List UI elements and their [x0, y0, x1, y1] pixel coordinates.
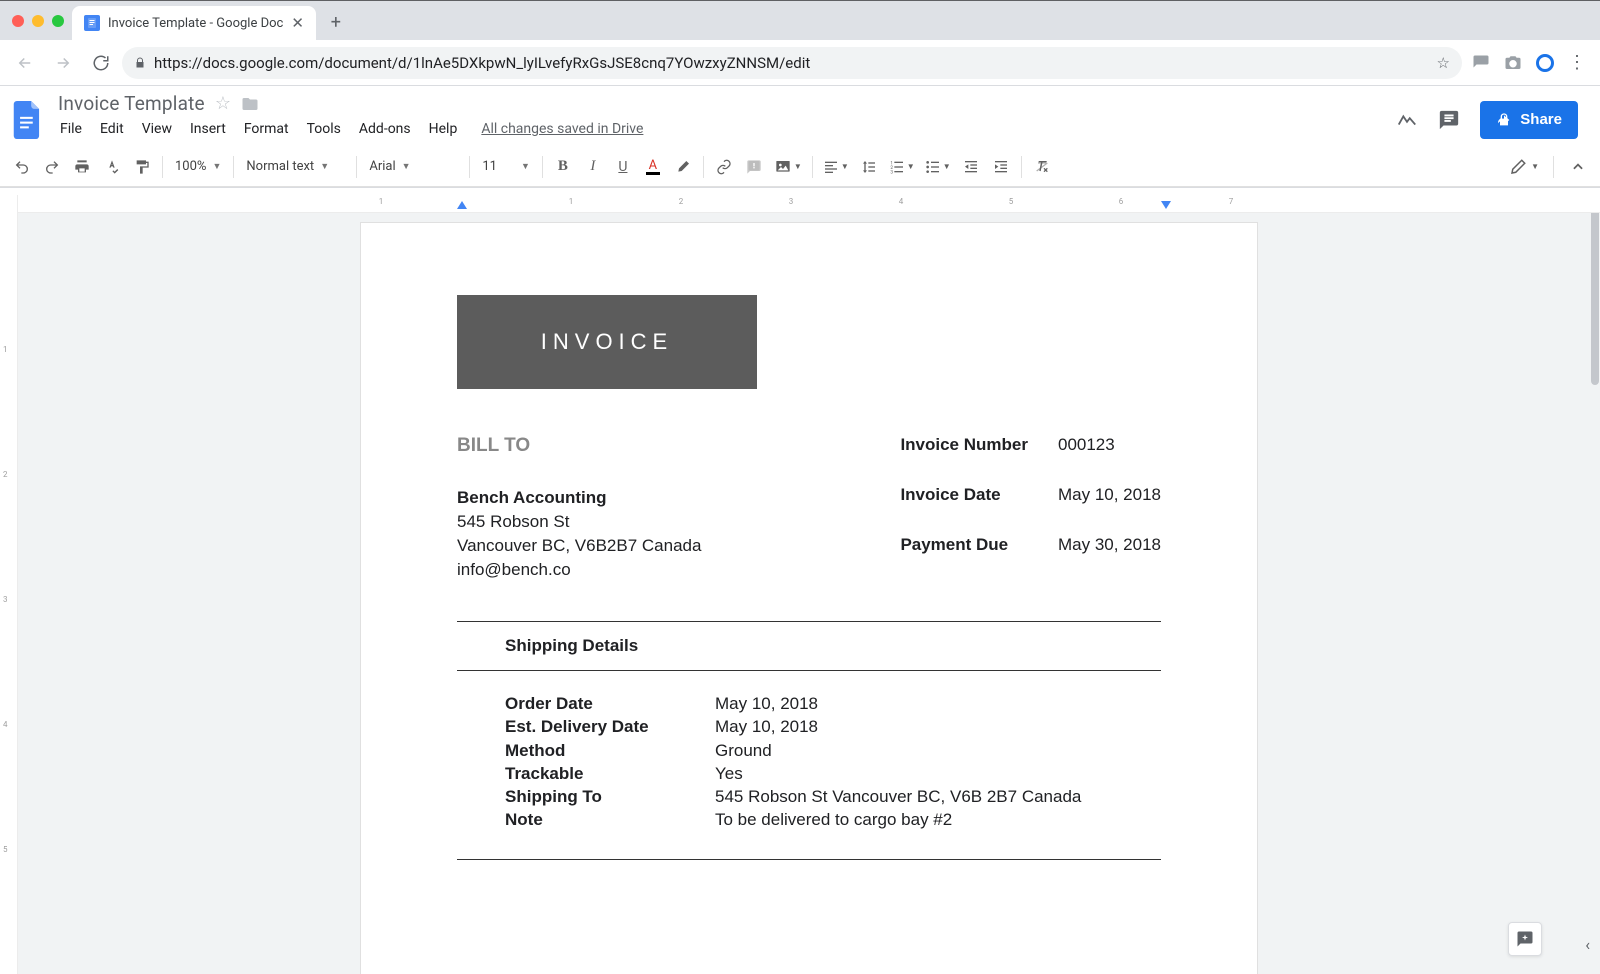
back-button[interactable] [8, 46, 42, 80]
align-button[interactable]: ▼ [819, 153, 853, 181]
move-to-folder-icon[interactable] [241, 95, 259, 113]
left-indent-marker[interactable] [457, 201, 467, 209]
insert-link-button[interactable] [710, 153, 738, 181]
show-side-panel-icon[interactable]: ‹ [1585, 935, 1590, 954]
underline-button[interactable]: U [609, 153, 637, 181]
hide-menus-button[interactable] [1564, 153, 1592, 181]
save-status[interactable]: All changes saved in Drive [481, 121, 643, 137]
invoice-banner: INVOICE [457, 295, 757, 389]
share-button-label: Share [1520, 111, 1562, 128]
window-controls [8, 1, 72, 40]
invoice-meta: Invoice Number000123 Invoice DateMay 10,… [900, 435, 1161, 583]
close-tab-icon[interactable]: ✕ [291, 16, 304, 31]
editing-mode-button[interactable]: ▼ [1505, 153, 1543, 181]
menu-edit[interactable]: Edit [98, 119, 126, 139]
activity-icon[interactable] [1396, 109, 1418, 131]
window-zoom-button[interactable] [52, 15, 64, 27]
shipping-details: Order DateMay 10, 2018 Est. Delivery Dat… [505, 693, 1161, 831]
bill-to-label: BILL TO [457, 435, 701, 457]
redo-button[interactable] [38, 153, 66, 181]
bill-to-email: info@bench.co [457, 559, 701, 581]
browser-extension-area: ⋮ [1466, 52, 1592, 73]
zoom-combo[interactable]: 100%▼ [169, 153, 227, 181]
chrome-menu-icon[interactable]: ⋮ [1568, 52, 1586, 73]
url-text: https://docs.google.com/document/d/1lnAe… [154, 54, 1429, 72]
style-combo[interactable]: Normal text▼ [240, 153, 350, 181]
font-size-combo[interactable]: 11▼ [476, 153, 536, 181]
window-minimize-button[interactable] [32, 15, 44, 27]
menu-tools[interactable]: Tools [305, 119, 343, 139]
scrollbar-thumb[interactable] [1591, 205, 1599, 385]
docs-toolbar: 100%▼ Normal text▼ Arial▼ 11▼ B I U A ▼ … [0, 147, 1600, 187]
bill-to-block: BILL TO Bench Accounting 545 Robson St V… [457, 435, 701, 583]
profile-avatar-icon[interactable] [1536, 54, 1554, 72]
italic-button[interactable]: I [579, 153, 607, 181]
forward-button[interactable] [46, 46, 80, 80]
divider [457, 621, 1161, 622]
menu-format[interactable]: Format [242, 119, 291, 139]
shipping-title: Shipping Details [505, 636, 1161, 656]
docs-favicon-icon [84, 15, 100, 31]
browser-tab-title: Invoice Template - Google Doc [108, 16, 283, 31]
font-combo[interactable]: Arial▼ [363, 153, 463, 181]
increase-indent-button[interactable] [987, 153, 1015, 181]
paint-format-button[interactable] [128, 153, 156, 181]
browser-tab-strip: Invoice Template - Google Doc ✕ + [0, 0, 1600, 40]
browser-tab[interactable]: Invoice Template - Google Doc ✕ [72, 6, 316, 40]
bulleted-list-button[interactable]: ▼ [921, 153, 955, 181]
bill-to-street: 545 Robson St [457, 511, 701, 533]
reload-button[interactable] [84, 46, 118, 80]
decrease-indent-button[interactable] [957, 153, 985, 181]
right-indent-marker[interactable] [1161, 201, 1171, 209]
line-spacing-button[interactable] [855, 153, 883, 181]
menu-view[interactable]: View [140, 119, 174, 139]
menu-file[interactable]: File [58, 119, 84, 139]
new-tab-button[interactable]: + [322, 8, 350, 36]
docs-menubar: File Edit View Insert Format Tools Add-o… [58, 115, 643, 147]
bold-button[interactable]: B [549, 153, 577, 181]
divider [457, 670, 1161, 671]
text-color-button[interactable]: A [639, 153, 667, 181]
browser-toolbar: https://docs.google.com/document/d/1lnAe… [0, 40, 1600, 86]
insert-comment-button[interactable] [740, 153, 768, 181]
star-document-icon[interactable]: ☆ [215, 93, 231, 114]
bookmark-star-icon[interactable]: ☆ [1437, 54, 1450, 72]
menu-help[interactable]: Help [427, 119, 460, 139]
undo-button[interactable] [8, 153, 36, 181]
comment-extension-icon[interactable] [1472, 54, 1490, 72]
document-canvas[interactable]: 1 1 2 3 4 5 6 7 INVOICE BILL TO Bench Ac… [18, 195, 1600, 974]
spellcheck-button[interactable] [98, 153, 126, 181]
bill-to-name: Bench Accounting [457, 487, 701, 509]
address-bar[interactable]: https://docs.google.com/document/d/1lnAe… [122, 47, 1462, 79]
docs-logo-icon[interactable] [8, 100, 48, 140]
document-title[interactable]: Invoice Template [58, 92, 205, 115]
explore-button[interactable] [1508, 922, 1542, 956]
camera-extension-icon[interactable] [1504, 54, 1522, 72]
print-button[interactable] [68, 153, 96, 181]
comments-icon[interactable] [1438, 109, 1460, 131]
highlight-color-button[interactable] [669, 153, 697, 181]
lock-icon [134, 56, 146, 70]
document-page[interactable]: INVOICE BILL TO Bench Accounting 545 Rob… [361, 223, 1257, 974]
vertical-ruler[interactable]: 1 2 3 4 5 [0, 195, 18, 974]
share-button[interactable]: Share [1480, 101, 1578, 139]
bill-to-city: Vancouver BC, V6B2B7 Canada [457, 535, 701, 557]
menu-addons[interactable]: Add-ons [357, 119, 413, 139]
clear-formatting-button[interactable] [1028, 153, 1056, 181]
divider [457, 859, 1161, 860]
menu-insert[interactable]: Insert [188, 119, 228, 139]
docs-header: Invoice Template ☆ File Edit View Insert… [0, 86, 1600, 188]
insert-image-button[interactable]: ▼ [770, 153, 806, 181]
editor-workspace: 1 2 3 4 5 1 1 2 3 4 5 6 7 INVOICE [0, 195, 1600, 974]
window-close-button[interactable] [12, 15, 24, 27]
horizontal-ruler[interactable]: 1 1 2 3 4 5 6 7 [18, 195, 1600, 213]
svg-text:3: 3 [890, 169, 893, 174]
numbered-list-button[interactable]: 123▼ [885, 153, 919, 181]
